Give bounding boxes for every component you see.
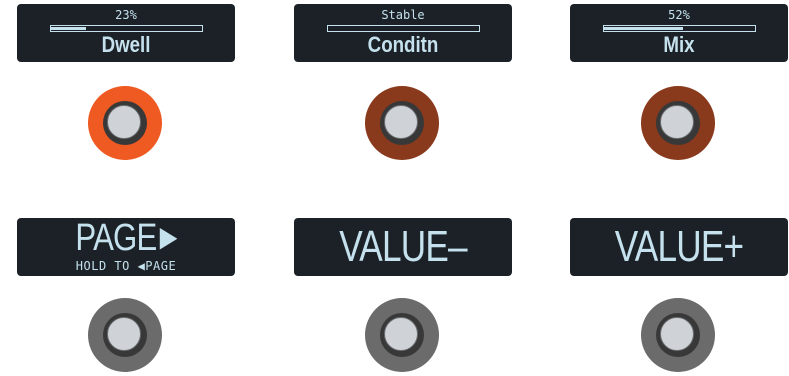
footswitch-cap[interactable] (107, 105, 141, 139)
value-minus-label: VALUE– (339, 222, 467, 271)
page-label: PAGE (75, 217, 157, 259)
footswitch-cap[interactable] (660, 105, 694, 139)
footswitch-cap[interactable] (384, 317, 418, 351)
scribble-strip-conditn: Stable Conditn (294, 4, 512, 62)
footswitch-page[interactable] (88, 298, 162, 372)
page-label-row: PAGE ▶ (37, 215, 216, 260)
footswitch-value-plus[interactable] (641, 298, 715, 372)
value-plus-label: VALUE+ (614, 222, 744, 271)
footswitch-cap[interactable] (107, 317, 141, 351)
scribble-strip-dwell: 23% Dwell (17, 4, 235, 62)
footswitch-dwell[interactable] (88, 86, 162, 160)
page-right-arrow-icon: ▶ (159, 221, 178, 252)
footswitch-mix[interactable] (641, 86, 715, 160)
param-value: Stable (381, 8, 425, 22)
param-value: 23% (115, 8, 137, 22)
scribble-strip-value-plus: VALUE+ (570, 218, 788, 276)
scribble-strip-page: PAGE ▶ HOLD TO ◀PAGE (17, 215, 235, 276)
footswitch-conditn[interactable] (365, 86, 439, 160)
param-name: Conditn (367, 32, 439, 57)
hold-to-page-label: HOLD TO ◀PAGE (75, 259, 177, 273)
param-name: Dwell (101, 32, 151, 57)
scribble-strip-value-minus: VALUE– (294, 218, 512, 276)
param-name: Mix (663, 32, 695, 57)
footswitch-cap[interactable] (384, 105, 418, 139)
scribble-strip-mix: 52% Mix (570, 4, 788, 62)
param-value: 52% (668, 8, 690, 22)
footswitch-cap[interactable] (660, 317, 694, 351)
footswitch-value-minus[interactable] (365, 298, 439, 372)
